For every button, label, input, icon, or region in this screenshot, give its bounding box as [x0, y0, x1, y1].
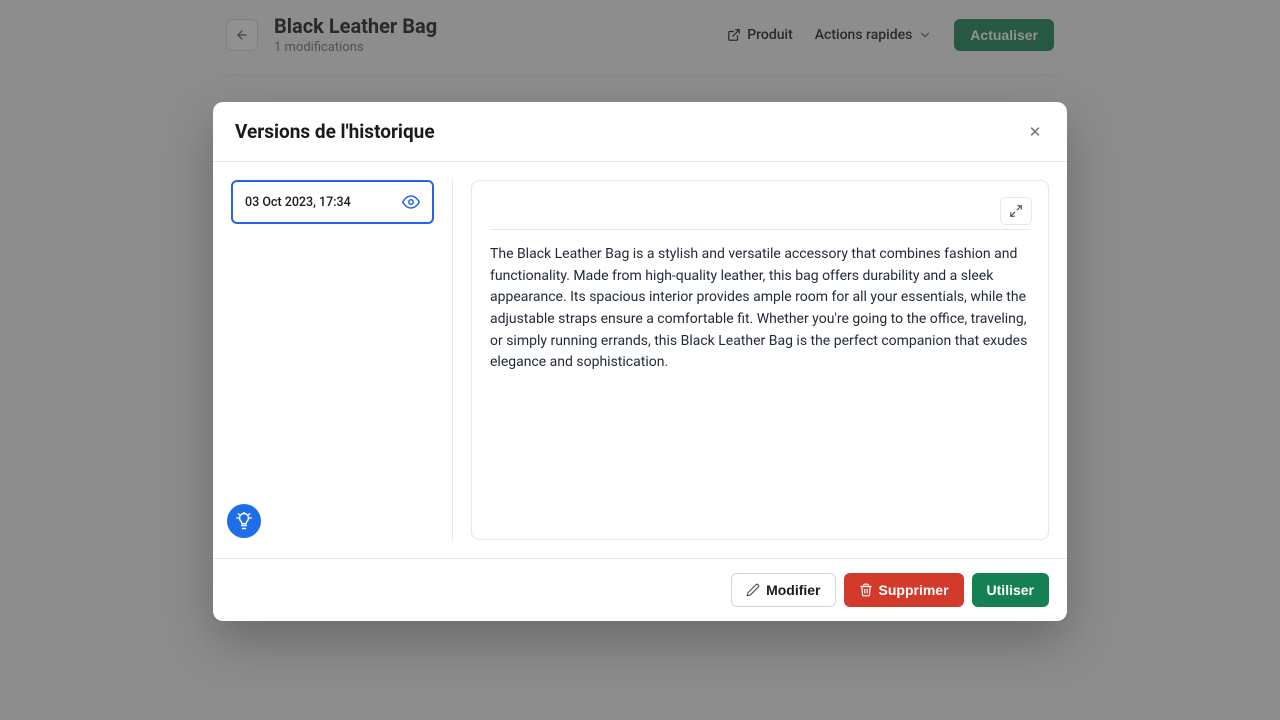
version-content-text: The Black Leather Bag is a stylish and v…: [490, 244, 1030, 374]
expand-button[interactable]: [1000, 197, 1032, 225]
versions-pane: 03 Oct 2023, 17:34: [231, 180, 453, 540]
eye-icon: [402, 193, 420, 211]
modify-label: Modifier: [766, 582, 820, 598]
modal-footer: Modifier Supprimer Utiliser: [213, 558, 1067, 621]
content-card: The Black Leather Bag is a stylish and v…: [471, 180, 1049, 540]
help-fab[interactable]: [227, 504, 261, 538]
lightbulb-icon: [235, 512, 253, 530]
content-divider: [490, 229, 1030, 230]
history-modal: Versions de l'historique ✕ 03 Oct 2023, …: [213, 102, 1067, 621]
trash-icon: [859, 583, 873, 597]
modal-header: Versions de l'historique ✕: [213, 102, 1067, 162]
pencil-icon: [746, 583, 760, 597]
delete-label: Supprimer: [879, 582, 949, 598]
content-pane: The Black Leather Bag is a stylish and v…: [453, 180, 1049, 540]
modal-overlay[interactable]: Versions de l'historique ✕ 03 Oct 2023, …: [0, 0, 1280, 720]
modal-title: Versions de l'historique: [235, 120, 435, 143]
use-button[interactable]: Utiliser: [972, 573, 1049, 607]
modal-body: 03 Oct 2023, 17:34 The Black Leather Bag…: [213, 162, 1067, 558]
version-date: 03 Oct 2023, 17:34: [245, 195, 351, 210]
use-label: Utiliser: [987, 582, 1034, 598]
close-icon: ✕: [1029, 123, 1042, 141]
delete-button[interactable]: Supprimer: [844, 573, 964, 607]
modify-button[interactable]: Modifier: [731, 573, 835, 607]
close-button[interactable]: ✕: [1025, 122, 1045, 142]
expand-icon: [1009, 204, 1023, 218]
version-item[interactable]: 03 Oct 2023, 17:34: [231, 180, 434, 224]
